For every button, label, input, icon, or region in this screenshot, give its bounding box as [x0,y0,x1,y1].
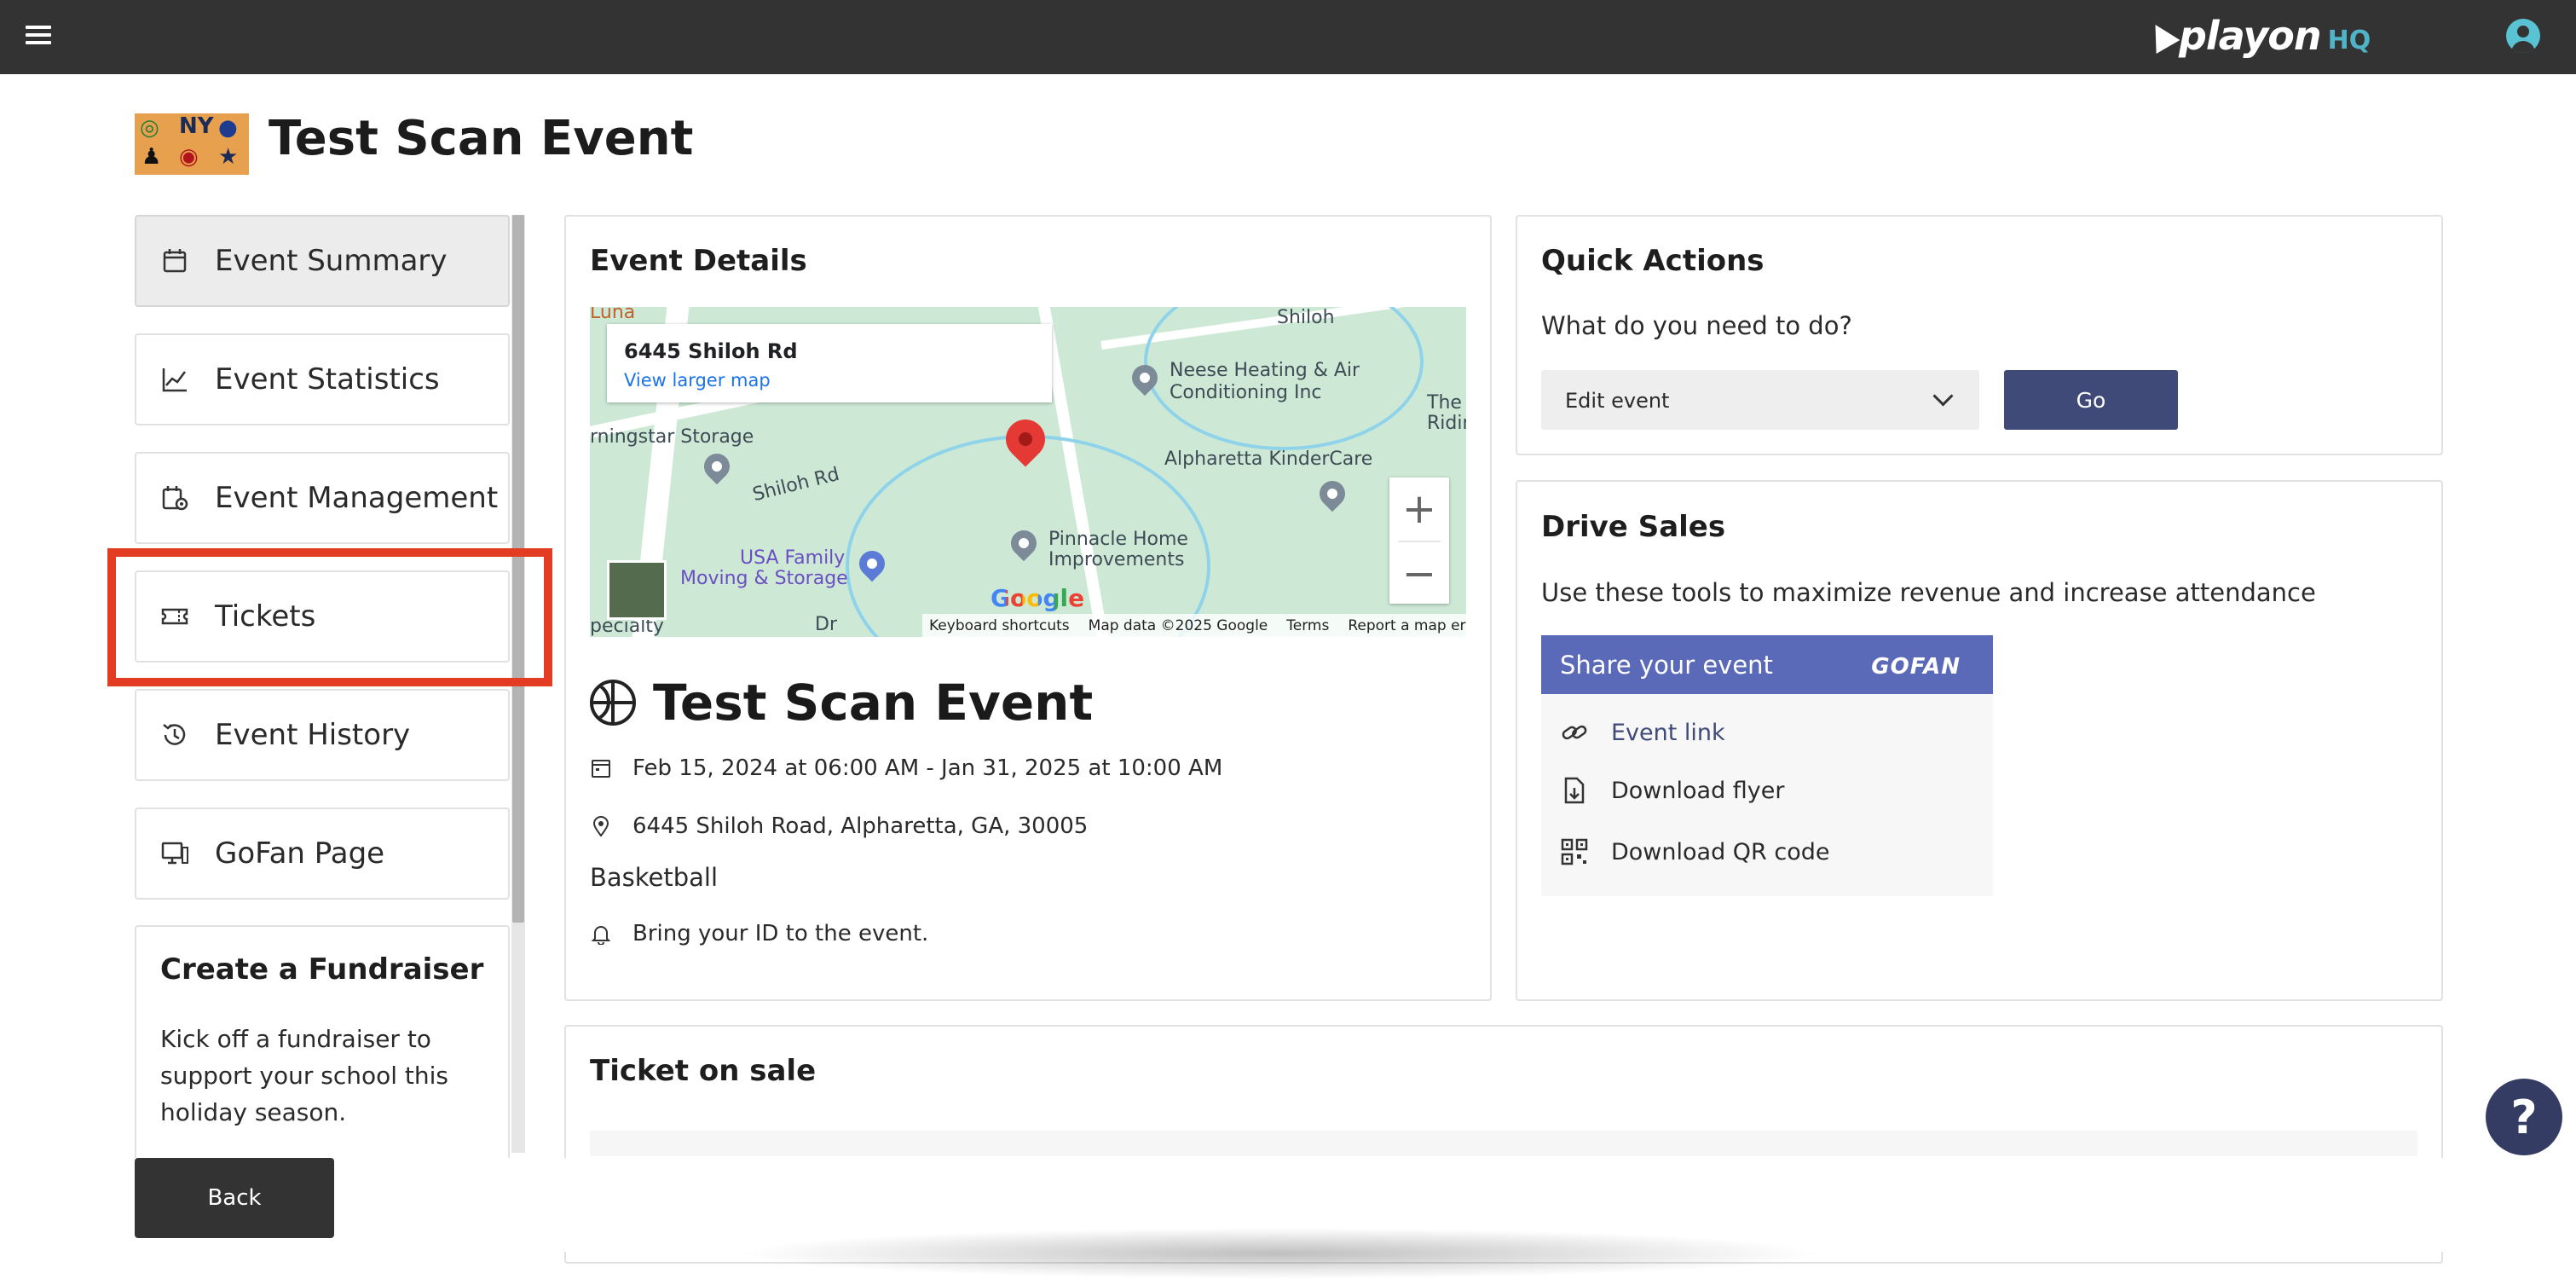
zoom-out-button[interactable]: − [1389,542,1449,605]
map-place-pin-icon[interactable] [698,448,736,485]
bell-icon [590,923,612,946]
brand-logo[interactable]: playon HQ [2143,10,2371,61]
action-select-value: Edit event [1565,389,1670,413]
download-flyer-label: Download flyer [1611,777,1785,804]
bottom-shadow [733,1228,1824,1279]
calendar-icon [160,246,189,275]
event-datetime-row: Feb 15, 2024 at 06:00 AM - Jan 31, 2025 … [590,755,1222,781]
sidebar-item-event-summary[interactable]: Event Summary [135,215,510,307]
fundraiser-card[interactable]: Create a Fundraiser Kick off a fundraise… [135,925,510,1181]
basketball-icon [590,680,636,726]
map-label: Dr [815,614,837,635]
event-datetime: Feb 15, 2024 at 06:00 AM - Jan 31, 2025 … [632,755,1223,781]
map-label: Luna [590,307,636,323]
map-data-credit: Map data ©2025 Google [1088,616,1268,634]
chart-line-icon [160,365,189,394]
event-name-row: Test Scan Event [590,674,1093,732]
go-button[interactable]: Go [2004,370,2178,430]
gofan-logo: GOFAN [1871,654,1961,680]
file-download-icon [1560,776,1589,805]
link-icon [1560,718,1589,747]
quick-actions-title: Quick Actions [1541,244,1765,278]
hamburger-menu-icon[interactable] [26,26,51,48]
qr-code-icon [1560,837,1589,866]
sidebar-item-label: Event Management [215,481,499,515]
download-qr-item[interactable]: Download QR code [1541,826,1993,877]
event-link-item[interactable]: Event link [1541,707,1993,758]
google-logo: Google [991,584,1085,612]
zoom-in-button[interactable]: + [1389,477,1449,541]
sidebar-item-event-management[interactable]: Event Management [135,452,510,544]
map-label: USA Family [740,547,846,569]
map-info-window: 6445 Shiloh Rd View larger map [607,324,1052,402]
sidebar-item-event-history[interactable]: Event History [135,689,510,781]
user-avatar-icon[interactable] [2506,19,2540,53]
map-label: Alpharetta KinderCare [1164,449,1373,470]
event-name: Test Scan Event [653,674,1094,732]
download-flyer-item[interactable]: Download flyer [1541,765,1993,816]
location-pin-icon [590,815,612,837]
calendar-gear-icon [160,483,189,512]
back-button[interactable]: Back [135,1158,334,1238]
sidebar-item-event-statistics[interactable]: Event Statistics [135,333,510,425]
map-label: Improvements [1048,549,1185,570]
quick-actions-subtitle: What do you need to do? [1541,311,1852,340]
keyboard-shortcuts-link[interactable]: Keyboard shortcuts [929,617,1070,634]
report-map-error-link[interactable]: Report a map error [1348,617,1466,634]
ticket-table-placeholder [590,1131,2417,1156]
drive-sales-title: Drive Sales [1541,510,1726,544]
map-info-address: 6445 Shiloh Rd [624,339,798,363]
map-label: Pinnacle Home [1048,529,1188,550]
sidebar-item-label: Event Summary [215,244,448,278]
map-label: Ridin [1427,413,1466,434]
school-logo-image: ◎ NY ● ♟ ◉ ★ [135,113,249,175]
brand-suffix: HQ [2327,25,2371,55]
share-event-header: Share your event GOFAN [1541,635,1993,694]
event-note: Bring your ID to the event. [632,921,929,946]
share-event-panel: Share your event GOFAN Event link Downlo… [1541,635,1993,896]
map-zoom-control: + − [1389,477,1449,604]
map-label: The [1427,392,1462,414]
sidebar-item-label: Event History [215,718,411,752]
history-icon [160,721,189,749]
action-select[interactable]: Edit event [1541,370,1979,430]
map-label: Shiloh [1277,307,1335,328]
map-label: Shiloh Rd [750,463,842,506]
location-map[interactable]: Luna Shiloh Neese Heating & Air Conditio… [590,307,1466,637]
view-larger-map-link[interactable]: View larger map [624,370,771,391]
help-button[interactable]: ? [2486,1079,2562,1155]
share-event-label: Share your event [1560,651,1773,680]
map-footer: Keyboard shortcuts Map data ©2025 Google… [922,614,1466,637]
drive-sales-subtitle: Use these tools to maximize revenue and … [1541,578,2316,607]
map-place-pin-icon[interactable] [1314,475,1351,512]
top-bar: playon HQ [0,0,2576,74]
event-details-title: Event Details [590,244,807,278]
event-address: 6445 Shiloh Road, Alpharetta, GA, 30005 [632,813,1089,839]
fundraiser-title: Create a Fundraiser [160,952,484,987]
download-qr-label: Download QR code [1611,838,1830,865]
sidebar-item-gofan-page[interactable]: GoFan Page [135,807,510,900]
brand-name: playon [2179,13,2322,59]
sidebar-item-label: GoFan Page [215,836,385,871]
satellite-view-toggle[interactable] [607,560,667,620]
tickets-highlight-box [107,548,552,686]
terms-link[interactable]: Terms [1286,617,1329,634]
map-label: rningstar Storage [590,426,754,448]
monitor-icon [160,839,189,868]
fundraiser-text: Kick off a fundraiser to support your sc… [160,1025,449,1126]
sidebar-item-label: Event Statistics [215,362,440,396]
map-label: Conditioning Inc [1170,382,1322,403]
map-label: Moving & Storage [680,568,848,589]
event-sport: Basketball [590,863,719,892]
map-label: Neese Heating & Air [1170,360,1360,381]
event-note-row: Bring your ID to the event. [590,921,928,946]
event-link-label: Event link [1611,719,1725,746]
brand-arrow-icon [2143,18,2180,54]
page-title: Test Scan Event [269,111,694,166]
event-address-row: 6445 Shiloh Road, Alpharetta, GA, 30005 [590,813,1088,839]
chevron-down-icon [1932,385,1954,407]
ticket-on-sale-title: Ticket on sale [590,1054,817,1088]
calendar-small-icon [590,757,612,779]
